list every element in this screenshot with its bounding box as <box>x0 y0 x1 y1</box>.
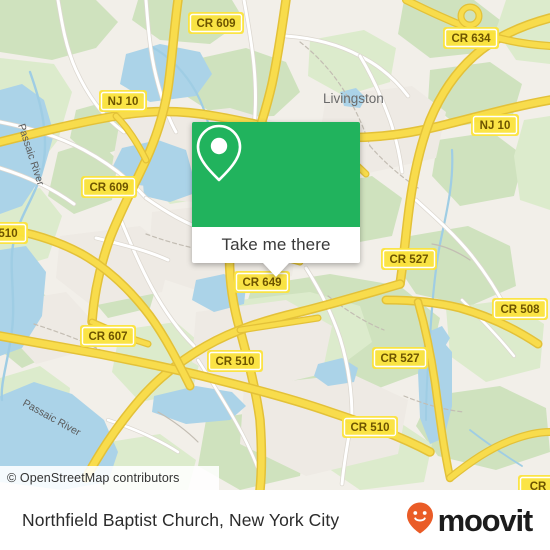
road-shield-label: CR 609 <box>197 18 236 30</box>
road-shield: CR 51 <box>518 475 550 490</box>
take-me-there-label: Take me there <box>221 235 331 254</box>
osm-attribution: © OpenStreetMap contributors <box>0 466 219 490</box>
road-shield: CR 527 <box>381 248 437 270</box>
road-shield-label: CR 527 <box>390 254 429 266</box>
map-canvas[interactable]: .forest{fill:#cfe2be;} .grass{fill:#dceb… <box>0 0 550 490</box>
road-shield-label: CR 527 <box>381 353 420 365</box>
road-shield-label: 510 <box>0 228 18 240</box>
callout-pointer <box>263 263 289 277</box>
road-shield-label: NJ 10 <box>108 96 139 108</box>
road-shield-label: CR 51 <box>530 481 550 490</box>
road-shield-label: CR 634 <box>452 33 492 45</box>
footer-bar: Northfield Baptist Church, New York City… <box>0 490 550 550</box>
location-title: Northfield Baptist Church, New York City <box>22 509 340 530</box>
take-me-there-callout[interactable]: Take me there <box>192 122 360 277</box>
road-shield: CR 510 <box>342 416 398 438</box>
road-shield: CR 634 <box>443 27 499 49</box>
osm-attribution-text: © OpenStreetMap contributors <box>7 471 180 485</box>
road-shield: CR 609 <box>188 12 244 34</box>
road-shield-label: CR 609 <box>90 182 129 194</box>
moovit-logo[interactable]: moovit <box>405 501 534 540</box>
road-shield-label: CR 510 <box>351 422 390 434</box>
map-place-label: Livingston <box>323 91 384 106</box>
road-shield-label: CR 508 <box>501 304 541 316</box>
map-screenshot: .forest{fill:#cfe2be;} .grass{fill:#dceb… <box>0 0 550 550</box>
road-shield: NJ 10 <box>471 114 519 136</box>
moovit-wordmark: moovit <box>437 502 534 538</box>
road-shield-label: CR 649 <box>243 277 282 289</box>
road-shield: CR 510 <box>207 350 263 372</box>
road-shield: NJ 10 <box>99 90 147 112</box>
road-shield-label: NJ 10 <box>480 120 511 132</box>
road-shield: CR 609 <box>81 176 137 198</box>
road-shield: CR 527 <box>372 347 428 369</box>
moovit-smiley-pin-icon <box>405 501 435 540</box>
road-shield: CR 607 <box>80 325 136 347</box>
road-shield-label: CR 607 <box>89 331 128 343</box>
road-shield: 510 <box>0 222 28 244</box>
callout-action-bar[interactable]: Take me there <box>192 227 360 277</box>
road-shield-label: CR 510 <box>216 356 255 368</box>
callout-image-area <box>192 122 360 227</box>
road-shield: CR 508 <box>492 298 548 320</box>
